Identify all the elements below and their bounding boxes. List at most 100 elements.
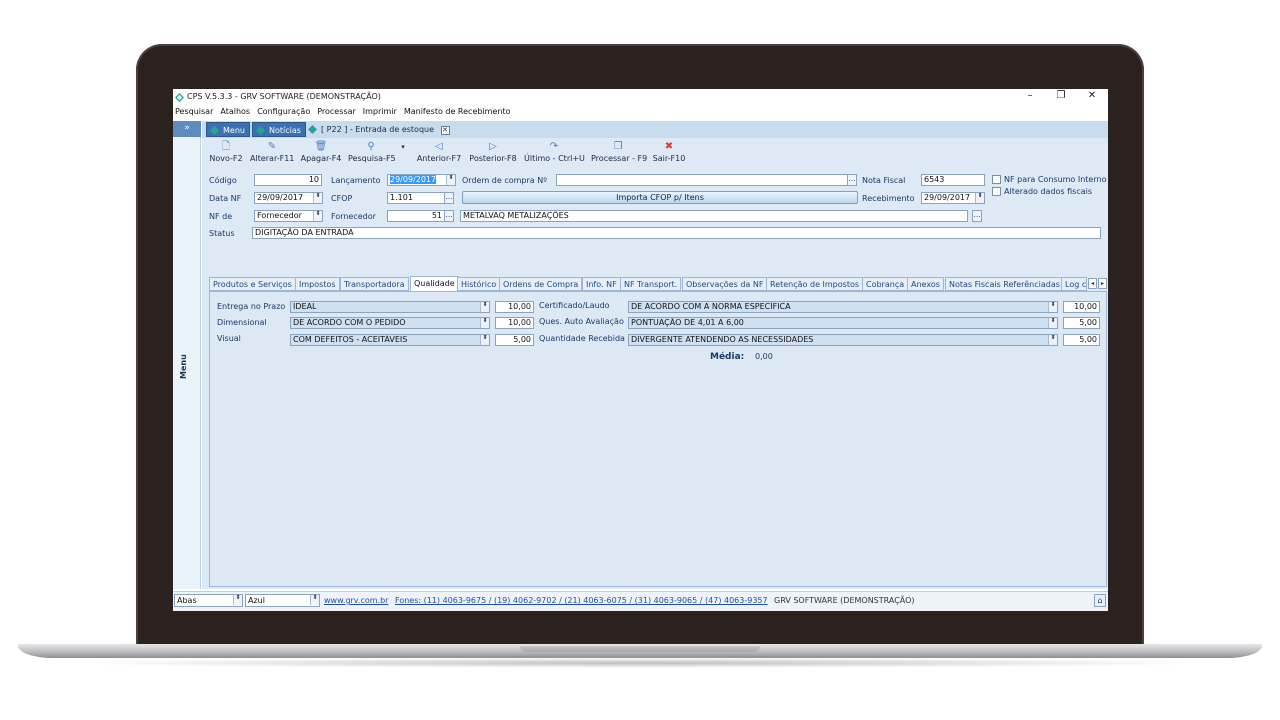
tab-qualidade[interactable]: Qualidade (410, 276, 459, 291)
lancamento-date-input[interactable]: 29/09/2017 ⬍ (387, 174, 456, 186)
fornecedor-code-input[interactable]: 51 (387, 210, 445, 222)
tab-info-nf[interactable]: Info. NF (582, 277, 621, 291)
dimensional-score[interactable]: 10,00 (495, 317, 534, 329)
cfop-lookup-button[interactable]: … (444, 192, 454, 204)
menu-manifesto[interactable]: Manifesto de Recebimento (404, 105, 511, 119)
novo-button[interactable]: 🗋 Novo-F2 (209, 141, 243, 163)
visual-select[interactable]: COM DEFEITOS - ACEITÁVEIS ⬍ (290, 334, 490, 346)
tab-menu[interactable]: Menu (206, 122, 250, 137)
consumo-interno-checkbox[interactable] (992, 175, 1001, 184)
spin-icon[interactable]: ⬍ (975, 193, 984, 203)
processar-button[interactable]: ❐ Processar - F9 (591, 141, 647, 163)
menu-pesquisar[interactable]: Pesquisar (175, 105, 213, 119)
spin-icon[interactable]: ⬍ (313, 211, 322, 221)
tab-ordens-compra[interactable]: Ordens de Compra (499, 277, 583, 291)
tab-nf-transport[interactable]: NF Transport. (620, 277, 682, 291)
nf-de-select[interactable]: Fornecedor ⬍ (254, 210, 323, 222)
ordem-lookup-button[interactable]: … (847, 174, 857, 186)
menu-bar: Pesquisar Atalhos Configuração Processar Imp… (173, 105, 1108, 119)
visual-score[interactable]: 5,00 (495, 334, 534, 346)
tab-scroll-left-icon[interactable]: ◂ (1088, 278, 1097, 289)
theme-select[interactable]: Azul ⬍ (245, 594, 320, 607)
spin-icon[interactable]: ⬍ (480, 318, 489, 328)
window-title: CPS V.5.3.3 - GRV SOFTWARE (DEMONSTRAÇÃO… (187, 92, 381, 101)
spin-icon[interactable]: ⬍ (446, 175, 455, 185)
anterior-button[interactable]: ◁ Anterior-F7 (416, 141, 462, 163)
pesquisa-dropdown[interactable]: ▾ (399, 141, 407, 153)
fornecedor-name-lookup-button[interactable]: … (972, 210, 982, 222)
apagar-button[interactable]: 🗑 Apagar-F4 (300, 141, 342, 163)
fornecedor-lookup-button[interactable]: … (444, 210, 454, 222)
qualidade-panel: Entrega no Prazo IDEAL ⬍ 10,00 Certificad… (209, 291, 1107, 587)
data-nf-value: 29/09/2017 (257, 193, 304, 202)
ultimo-button[interactable]: ↷ Último - Ctrl+U (524, 141, 585, 163)
entrega-prazo-score[interactable]: 10,00 (495, 301, 534, 313)
tab-cobranca[interactable]: Cobrança (862, 277, 909, 291)
tab-transportadora[interactable]: Transportadora (340, 277, 409, 291)
tab-anexos[interactable]: Anexos (907, 277, 944, 291)
quantidade-recebida-select[interactable]: DIVERGENTE ATENDENDO AS NECESSIDADES ⬍ (628, 334, 1058, 346)
certificado-score[interactable]: 10,00 (1063, 301, 1100, 313)
close-button[interactable]: ✕ (1084, 90, 1100, 101)
consumo-interno-label: NF para Consumo Interno (1004, 175, 1107, 184)
codigo-input[interactable]: 10 (254, 174, 322, 186)
entrega-prazo-select[interactable]: IDEAL ⬍ (290, 301, 490, 313)
tab-observacoes[interactable]: Observações da NF (682, 277, 768, 291)
title-bar: CPS V.5.3.3 - GRV SOFTWARE (DEMONSTRAÇÃO… (173, 89, 1108, 105)
laptop-notch (520, 646, 760, 652)
restore-button[interactable]: ❐ (1053, 90, 1069, 101)
tab-log[interactable]: Log c (1061, 277, 1087, 291)
ordem-compra-input[interactable] (556, 174, 848, 186)
spin-icon[interactable]: ⬍ (480, 335, 489, 345)
spin-icon[interactable]: ⬍ (313, 193, 322, 203)
menu-configuracao[interactable]: Configuração (257, 105, 310, 119)
quantidade-recebida-score[interactable]: 5,00 (1063, 334, 1100, 346)
nota-fiscal-input[interactable]: 6543 (921, 174, 985, 186)
expand-menu-button[interactable]: » (173, 121, 201, 137)
alterar-button[interactable]: ✎ Alterar-F11 (250, 141, 294, 163)
tab-produtos-servicos[interactable]: Produtos e Serviços (209, 277, 296, 291)
data-nf-input[interactable]: 29/09/2017 ⬍ (254, 192, 323, 204)
tab-historico[interactable]: Histórico (457, 277, 501, 291)
recebimento-input[interactable]: 29/09/2017 ⬍ (921, 192, 985, 204)
sair-button[interactable]: ✖ Sair-F10 (652, 141, 686, 163)
cfop-label: CFOP (331, 194, 353, 203)
phones-link[interactable]: Fones: (11) 4063-9675 / (19) 4062-9702 /… (395, 596, 768, 605)
home-icon[interactable]: ⌂ (1094, 594, 1106, 607)
tab-scroll-right-icon[interactable]: ▸ (1098, 278, 1107, 289)
tab-notas-referenciadas[interactable]: Notas Fiscais Referênciadas (945, 277, 1064, 291)
cfop-input[interactable]: 1.101 (387, 192, 447, 204)
abas-select[interactable]: Abas ⬍ (174, 594, 243, 607)
recebimento-value: 29/09/2017 (924, 193, 971, 202)
spin-icon[interactable]: ⬍ (1048, 335, 1057, 345)
lancamento-label: Lançamento (331, 176, 381, 185)
tab-noticias[interactable]: Notícias (252, 122, 306, 137)
recebimento-label: Recebimento (862, 194, 915, 203)
pesquisa-button[interactable]: ⚲ Pesquisa-F5 (348, 141, 396, 163)
tab-noticias-label: Notícias (269, 126, 301, 135)
alterado-fiscais-checkbox[interactable] (992, 187, 1001, 196)
auto-avaliacao-select[interactable]: PONTUAÇÃO DE 4,01 A 6,00 ⬍ (628, 317, 1058, 329)
certificado-select[interactable]: DE ACORDO COM A NORMA ESPECÍFICA ⬍ (628, 301, 1058, 313)
spin-icon[interactable]: ⬍ (1048, 302, 1057, 312)
spin-icon[interactable]: ⬍ (1048, 318, 1057, 328)
spin-icon[interactable]: ⬍ (480, 302, 489, 312)
posterior-button[interactable]: ▷ Posterior-F8 (469, 141, 517, 163)
tab-retencao[interactable]: Retenção de Impostos (766, 277, 864, 291)
menu-imprimir[interactable]: Imprimir (363, 105, 397, 119)
tab-entrada-estoque[interactable]: [ P22 ] - Entrada de estoque ✕ (305, 122, 454, 137)
spin-icon[interactable]: ⬍ (233, 595, 242, 605)
menu-atalhos[interactable]: Atalhos (220, 105, 250, 119)
spin-icon[interactable]: ⬍ (310, 595, 319, 605)
website-link[interactable]: www.grv.com.br (324, 596, 388, 605)
menu-processar[interactable]: Processar (317, 105, 356, 119)
fornecedor-name-input[interactable]: METALVAQ METALIZAÇÕES (460, 210, 968, 222)
minimize-button[interactable]: – (1022, 90, 1038, 101)
auto-avaliacao-score[interactable]: 5,00 (1063, 317, 1100, 329)
importa-cfop-button[interactable]: Importa CFOP p/ Itens (462, 191, 858, 204)
dimensional-select[interactable]: DE ACORDO COM O PEDIDO ⬍ (290, 317, 490, 329)
side-menu-label[interactable]: Menu (179, 354, 188, 379)
close-tab-icon[interactable]: ✕ (440, 126, 450, 135)
tab-impostos[interactable]: Impostos (295, 277, 340, 291)
quantidade-recebida-label: Quantidade Recebida (539, 334, 625, 343)
